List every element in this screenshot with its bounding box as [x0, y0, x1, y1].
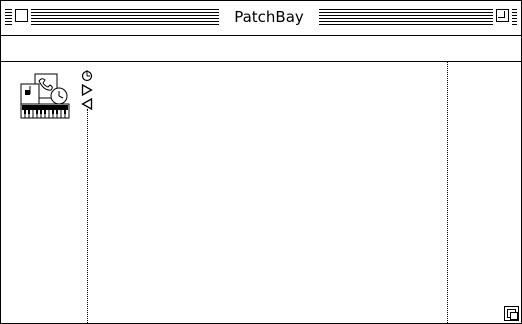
title-bar-stripes-left	[5, 9, 219, 26]
info-bar	[1, 36, 521, 62]
close-box-icon[interactable]	[12, 6, 31, 25]
window-title: PatchBay	[219, 6, 319, 28]
title-bar[interactable]: PatchBay	[1, 1, 521, 36]
output-port-icon[interactable]	[81, 84, 93, 96]
resize-icon[interactable]	[504, 306, 519, 321]
patchbay-window: PatchBay	[0, 0, 522, 324]
patch-area[interactable]	[1, 62, 521, 323]
midi-device-icon[interactable]	[19, 72, 71, 124]
port-connection-line	[87, 109, 88, 323]
right-divider-line	[447, 62, 448, 323]
zoom-box-icon[interactable]	[493, 6, 512, 25]
title-bar-stripes-right	[319, 9, 517, 26]
clock-icon[interactable]	[81, 70, 93, 82]
